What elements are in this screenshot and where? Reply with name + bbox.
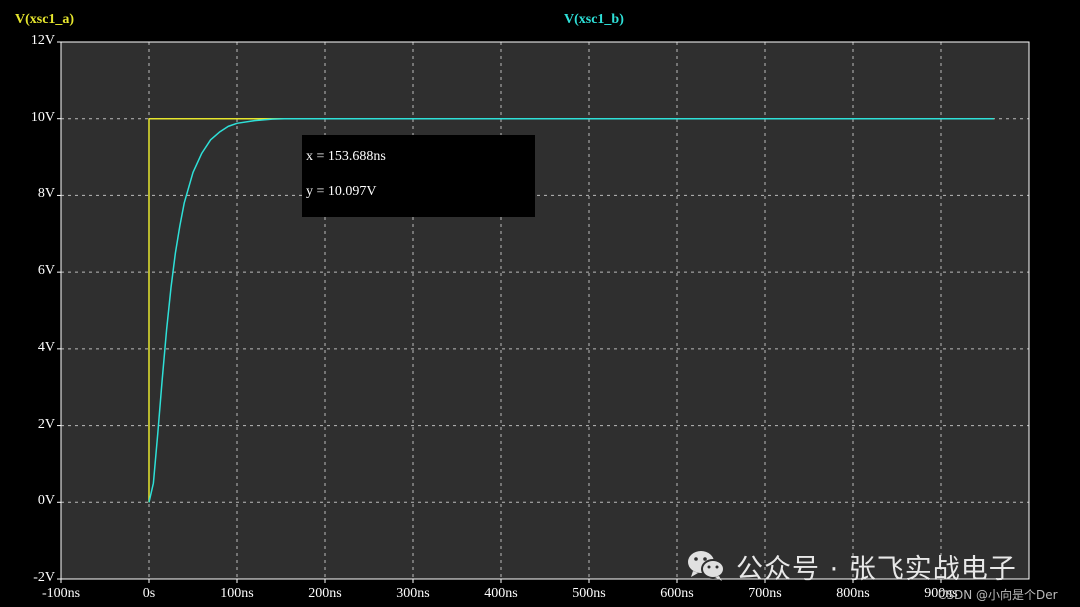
cursor-readout: x = 153.688ns y = 10.097V <box>302 135 535 217</box>
x-tick-label: 600ns <box>660 586 694 601</box>
legend-series-b: V(xsc1_b) <box>564 12 624 27</box>
watermark: 公众号 · 张飞实战电子 <box>686 545 1056 585</box>
x-tick-label: 800ns <box>836 586 870 601</box>
wechat-icon <box>688 551 725 581</box>
y-tick-label: 4V <box>37 339 55 355</box>
y-tick-label: 12V <box>30 33 55 48</box>
watermark-text: 公众号 · 张飞实战电子 <box>736 554 1017 585</box>
y-tick-label: 0V <box>37 493 55 509</box>
oscilloscope-view: -2V 0V 2V 4V 6V 8V 10V 12V -100ns 0s 100ns 200ns 30… <box>0 0 1080 607</box>
y-tick-label: -2V <box>33 570 55 585</box>
plot-area <box>61 42 1029 579</box>
cursor-y-value: y = 10.097V <box>306 184 377 199</box>
x-tick-label: 300ns <box>396 586 430 601</box>
y-tick-label: 8V <box>37 186 55 202</box>
x-tick-label: 200ns <box>308 586 342 601</box>
waveform-chart <box>57 41 1030 583</box>
x-tick-label: 100ns <box>220 586 254 601</box>
x-tick-label: 400ns <box>484 586 518 601</box>
cursor-x-value: x = 153.688ns <box>306 149 386 164</box>
y-tick-label: 2V <box>37 416 55 432</box>
x-tick-label: 0s <box>142 586 156 601</box>
y-tick-label: 10V <box>30 109 55 125</box>
x-tick-label: 500ns <box>572 586 606 601</box>
y-tick-label: 6V <box>37 263 55 279</box>
legend-series-a: V(xsc1_a) <box>15 12 75 27</box>
x-tick-label: -100ns <box>41 586 81 601</box>
x-tick-label: 700ns <box>748 586 782 601</box>
csdn-credit: CSDN @小向是个Der <box>938 588 1058 602</box>
